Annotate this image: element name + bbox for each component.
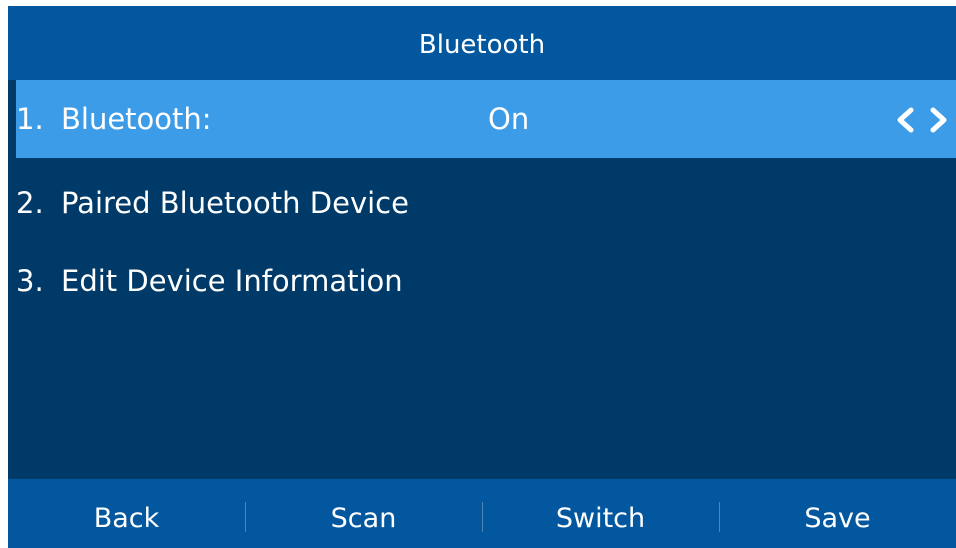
save-softkey[interactable]: Save [719,479,956,548]
chevron-left-icon [897,107,914,133]
chevron-right-icon [930,107,947,133]
phone-screen: Bluetooth 1. Bluetooth: On 2. Paired Blu… [8,6,956,548]
menu-item-label: Paired Bluetooth Device [61,186,409,220]
page-title: Bluetooth [8,6,956,80]
menu-item-label: Edit Device Information [61,264,403,298]
phone-frame: Bluetooth 1. Bluetooth: On 2. Paired Blu… [0,0,956,548]
menu-item-number: 2. [16,186,44,220]
menu-item-label: Bluetooth: [61,102,212,136]
scan-softkey[interactable]: Scan [245,479,482,548]
menu-item-paired-devices[interactable]: 2. Paired Bluetooth Device [8,164,956,242]
menu-item-number: 1. [16,102,44,136]
bluetooth-status-value[interactable]: On [488,80,529,158]
softkey-bar: Back Scan Switch Save [8,479,956,548]
menu-item-bluetooth[interactable]: 1. Bluetooth: On [16,80,956,158]
menu-item-edit-device-info[interactable]: 3. Edit Device Information [8,242,956,320]
switch-softkey[interactable]: Switch [482,479,719,548]
back-softkey[interactable]: Back [8,479,245,548]
value-switch-arrows[interactable] [894,107,950,133]
menu-item-number: 3. [16,264,44,298]
